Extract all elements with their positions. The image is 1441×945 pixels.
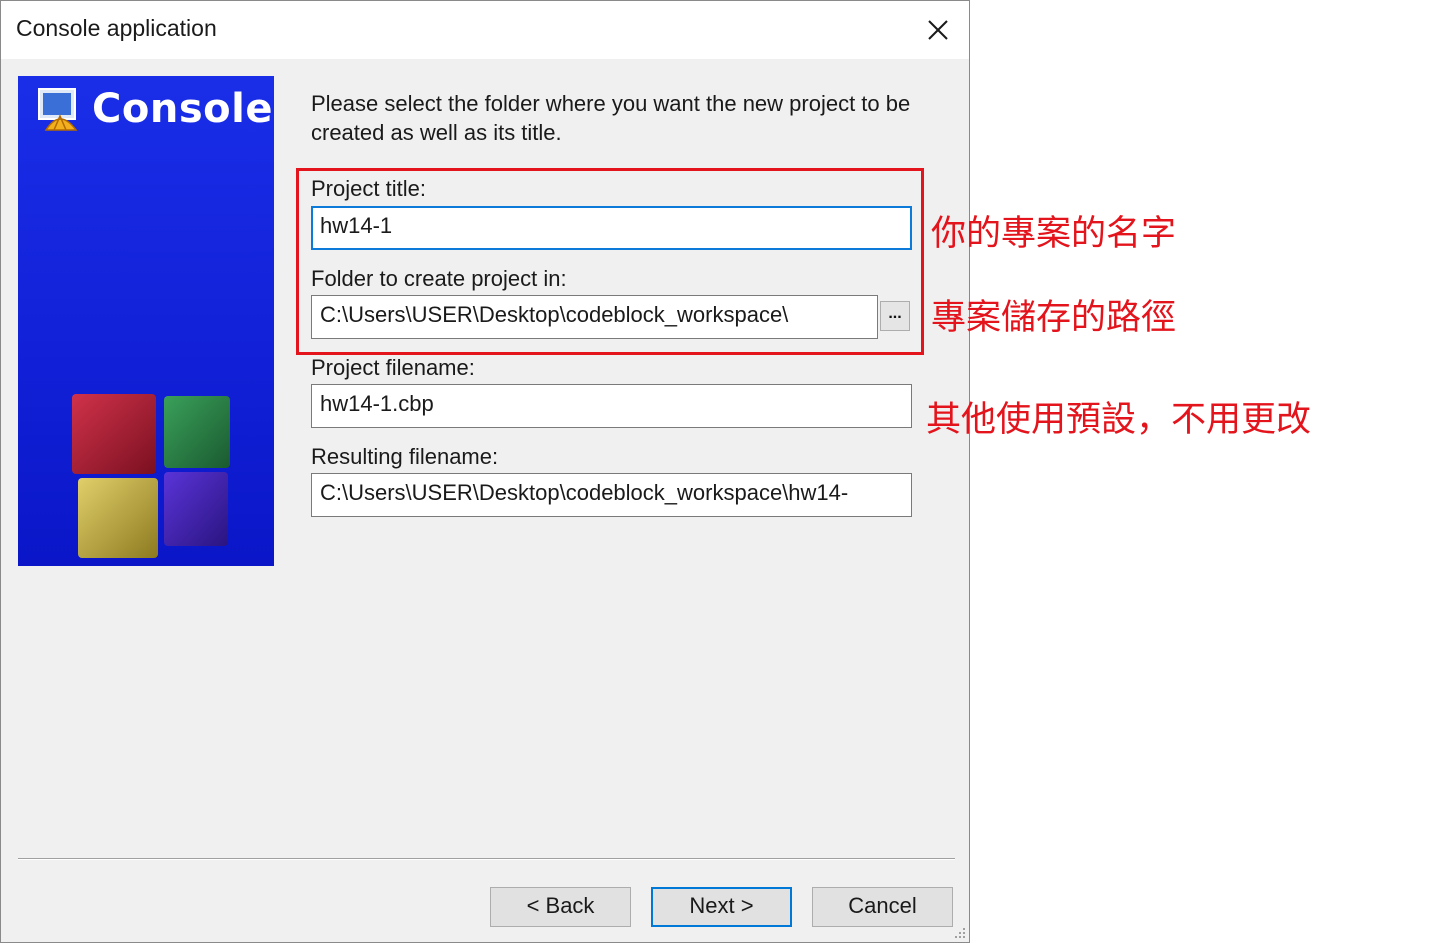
resulting-filename-label: Resulting filename: — [311, 444, 499, 469]
default-settings-annotation: 其他使用預設，不用更改 — [926, 400, 1312, 440]
close-icon — [928, 20, 948, 40]
codeblocks-cubes-logo — [72, 394, 230, 558]
button-separator — [18, 858, 955, 860]
annotation-highlight-box — [296, 168, 924, 355]
title-bar: Console application — [1, 1, 969, 59]
instructions-text: Please select the folder where you want … — [311, 91, 911, 145]
console-app-icon — [38, 88, 78, 131]
back-button[interactable]: < Back — [490, 887, 631, 927]
project-filename-input[interactable]: hw14-1.cbp — [311, 384, 912, 428]
close-button[interactable] — [913, 7, 963, 53]
banner-title: Console — [92, 86, 273, 132]
wizard-banner: Console — [18, 76, 274, 566]
window-title: Console application — [16, 15, 217, 41]
resulting-filename-input: C:\Users\USER\Desktop\codeblock_workspac… — [311, 473, 912, 517]
cancel-button[interactable]: Cancel — [812, 887, 953, 927]
console-application-dialog: Console application Console Please selec… — [0, 0, 970, 943]
project-filename-label: Project filename: — [311, 355, 475, 380]
project-title-annotation: 你的專案的名字 — [931, 214, 1177, 254]
resize-grip-icon[interactable] — [953, 926, 967, 940]
folder-annotation: 專案儲存的路徑 — [931, 298, 1177, 338]
next-button[interactable]: Next > — [651, 887, 792, 927]
